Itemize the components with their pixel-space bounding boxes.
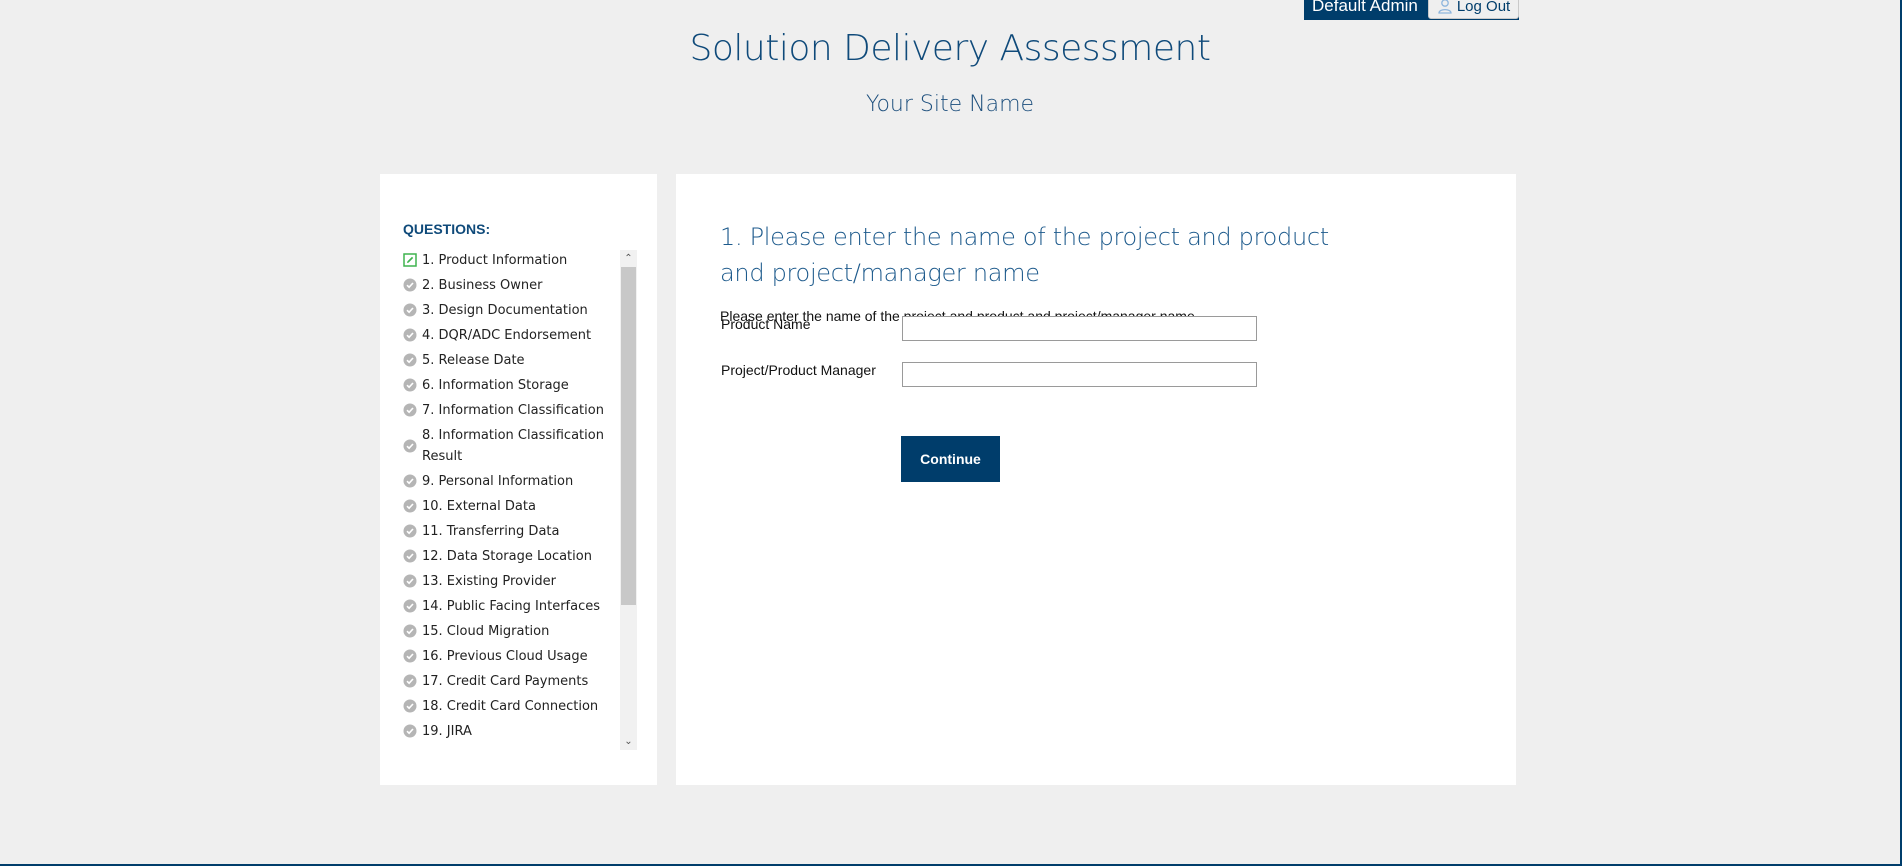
project-manager-input[interactable] xyxy=(902,362,1257,387)
logout-label: Log Out xyxy=(1456,0,1511,15)
question-item[interactable]: 5. Release Date xyxy=(403,350,633,375)
question-item[interactable]: 3. Design Documentation xyxy=(403,300,633,325)
question-item[interactable]: 18. Credit Card Connection xyxy=(403,696,633,721)
check-circle-icon xyxy=(403,474,417,488)
check-circle-icon xyxy=(403,378,417,392)
check-circle-icon xyxy=(403,499,417,513)
question-item-label: 9. Personal Information xyxy=(422,474,574,489)
check-circle-icon xyxy=(403,574,417,588)
question-item[interactable]: 8. Information Classification Result xyxy=(403,425,633,471)
scroll-down-arrow-icon[interactable]: ⌄ xyxy=(620,733,637,750)
question-item[interactable]: 16. Previous Cloud Usage xyxy=(403,646,633,671)
product-name-input[interactable] xyxy=(902,316,1257,341)
question-item-label: 18. Credit Card Connection xyxy=(422,699,599,714)
question-item-label: 3. Design Documentation xyxy=(422,303,588,318)
question-item[interactable]: 15. Cloud Migration xyxy=(403,621,633,646)
question-item-label: 5. Release Date xyxy=(422,353,525,368)
question-item-label: 15. Cloud Migration xyxy=(422,624,550,639)
edit-icon xyxy=(403,253,417,267)
questions-heading: QUESTIONS: xyxy=(403,221,491,237)
check-circle-icon xyxy=(403,403,417,417)
question-item-label: 1. Product Information xyxy=(422,253,568,268)
logout-button[interactable]: Log Out xyxy=(1427,0,1520,19)
user-icon xyxy=(1438,0,1452,14)
question-item-label: 17. Credit Card Payments xyxy=(422,674,589,689)
check-circle-icon xyxy=(403,599,417,613)
user-name: Default Admin xyxy=(1312,0,1418,15)
question-item[interactable]: 4. DQR/ADC Endorsement xyxy=(403,325,633,350)
check-circle-icon xyxy=(403,278,417,292)
check-circle-icon xyxy=(403,724,417,738)
question-item[interactable]: 14. Public Facing Interfaces xyxy=(403,596,633,621)
question-title: 1. Please enter the name of the project … xyxy=(720,223,1329,287)
product-name-label: Product Name xyxy=(721,316,811,332)
question-item-label: 2. Business Owner xyxy=(422,278,543,293)
question-item[interactable]: 7. Information Classification xyxy=(403,400,633,425)
question-item-label: 8. Information Classification Result xyxy=(422,428,604,464)
question-item[interactable]: 9. Personal Information xyxy=(403,471,633,496)
check-circle-icon xyxy=(403,439,417,453)
question-item[interactable]: 19. JIRA xyxy=(403,721,633,746)
check-circle-icon xyxy=(403,328,417,342)
check-circle-icon xyxy=(403,699,417,713)
scrollbar-thumb[interactable] xyxy=(621,267,636,605)
question-item-label: 4. DQR/ADC Endorsement xyxy=(422,328,592,343)
check-circle-icon xyxy=(403,674,417,688)
question-item-label: 13. Existing Provider xyxy=(422,574,556,589)
question-item[interactable]: 11. Transferring Data xyxy=(403,521,633,546)
question-item-label: 11. Transferring Data xyxy=(422,524,560,539)
question-item[interactable]: 1. Product Information xyxy=(403,250,633,275)
continue-button[interactable]: Continue xyxy=(901,436,1000,482)
question-item[interactable]: 12. Data Storage Location xyxy=(403,546,633,571)
project-manager-label: Project/Product Manager xyxy=(721,362,876,378)
question-item-label: 6. Information Storage xyxy=(422,378,569,393)
site-name: Your Site Name xyxy=(865,92,1035,117)
page-title: Solution Delivery Assessment xyxy=(689,28,1211,69)
question-item-label: 7. Information Classification xyxy=(422,403,604,418)
question-item-label: 12. Data Storage Location xyxy=(422,549,592,564)
question-item[interactable]: 13. Existing Provider xyxy=(403,571,633,596)
question-item-label: 19. JIRA xyxy=(422,724,472,739)
question-item[interactable]: 2. Business Owner xyxy=(403,275,633,300)
question-list: 1. Product Information 2. Business Owner 3… xyxy=(403,250,633,750)
question-item-label: 16. Previous Cloud Usage xyxy=(422,649,588,664)
question-list-scrollbar[interactable]: ⌃ ⌄ xyxy=(620,250,637,750)
question-item[interactable]: 17. Credit Card Payments xyxy=(403,671,633,696)
check-circle-icon xyxy=(403,649,417,663)
questions-sidebar: QUESTIONS: 1. Product Information 2. Busi… xyxy=(380,174,657,785)
check-circle-icon xyxy=(403,303,417,317)
question-item-label: 14. Public Facing Interfaces xyxy=(422,599,601,614)
check-circle-icon xyxy=(403,549,417,563)
check-circle-icon xyxy=(403,624,417,638)
check-circle-icon xyxy=(403,353,417,367)
check-circle-icon xyxy=(403,524,417,538)
scroll-up-arrow-icon[interactable]: ⌃ xyxy=(620,250,637,267)
user-bar: Default Admin Log Out xyxy=(1304,0,1520,20)
question-item[interactable]: 10. External Data xyxy=(403,496,633,521)
question-panel: 1. Please enter the name of the project … xyxy=(676,174,1516,785)
question-item[interactable]: 6. Information Storage xyxy=(403,375,633,400)
question-item-label: 10. External Data xyxy=(422,499,536,514)
